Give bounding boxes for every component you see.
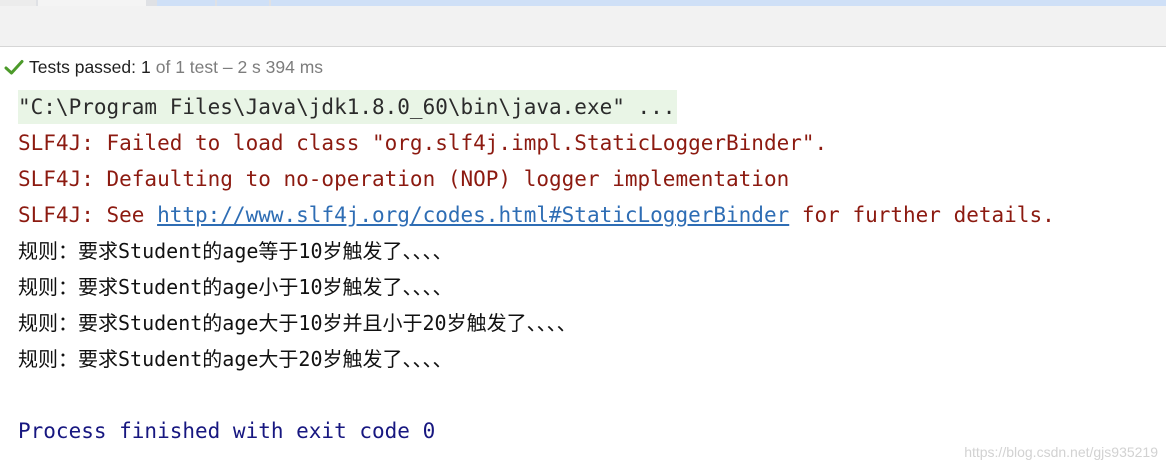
console-output[interactable]: "C:\Program Files\Java\jdk1.8.0_60\bin\j…	[18, 89, 1166, 449]
run-toolbar	[0, 6, 1166, 47]
command-text[interactable]: "C:\Program Files\Java\jdk1.8.0_60\bin\j…	[18, 90, 678, 124]
console-output-line: 规则：要求Student的age大于20岁触发了、、、、	[18, 347, 453, 371]
check-icon	[4, 59, 26, 75]
console-error-line: SLF4J: See http://www.slf4j.org/codes.ht…	[18, 197, 1166, 233]
see-suffix: for further details.	[789, 203, 1055, 227]
tests-passed-label: Tests passed:	[29, 56, 136, 77]
tests-duration: of 1 test – 2 s 394 ms	[155, 56, 324, 77]
console-command-line[interactable]: "C:\Program Files\Java\jdk1.8.0_60\bin\j…	[18, 89, 1166, 125]
slf4j-docs-link[interactable]: http://www.slf4j.org/codes.html#StaticLo…	[157, 203, 789, 227]
console-output-line: 规则：要求Student的age小于10岁触发了、、、、	[18, 275, 453, 299]
console-output-line: 规则：要求Student的age大于10岁并且小于20岁触发了、、、、	[18, 311, 577, 335]
watermark: https://blog.csdn.net/gjs935219	[964, 444, 1158, 460]
console-error-line: SLF4J: Defaulting to no-operation (NOP) …	[18, 167, 790, 191]
see-prefix: SLF4J: See	[18, 203, 158, 227]
console-error-line: SLF4J: Failed to load class "org.slf4j.i…	[18, 131, 828, 155]
test-status-bar: Tests passed: 1 of 1 test – 2 s 394 ms	[0, 47, 1166, 87]
tests-passed-count: 1	[141, 56, 151, 77]
console-output-line: 规则：要求Student的age等于10岁触发了、、、、	[18, 239, 453, 263]
